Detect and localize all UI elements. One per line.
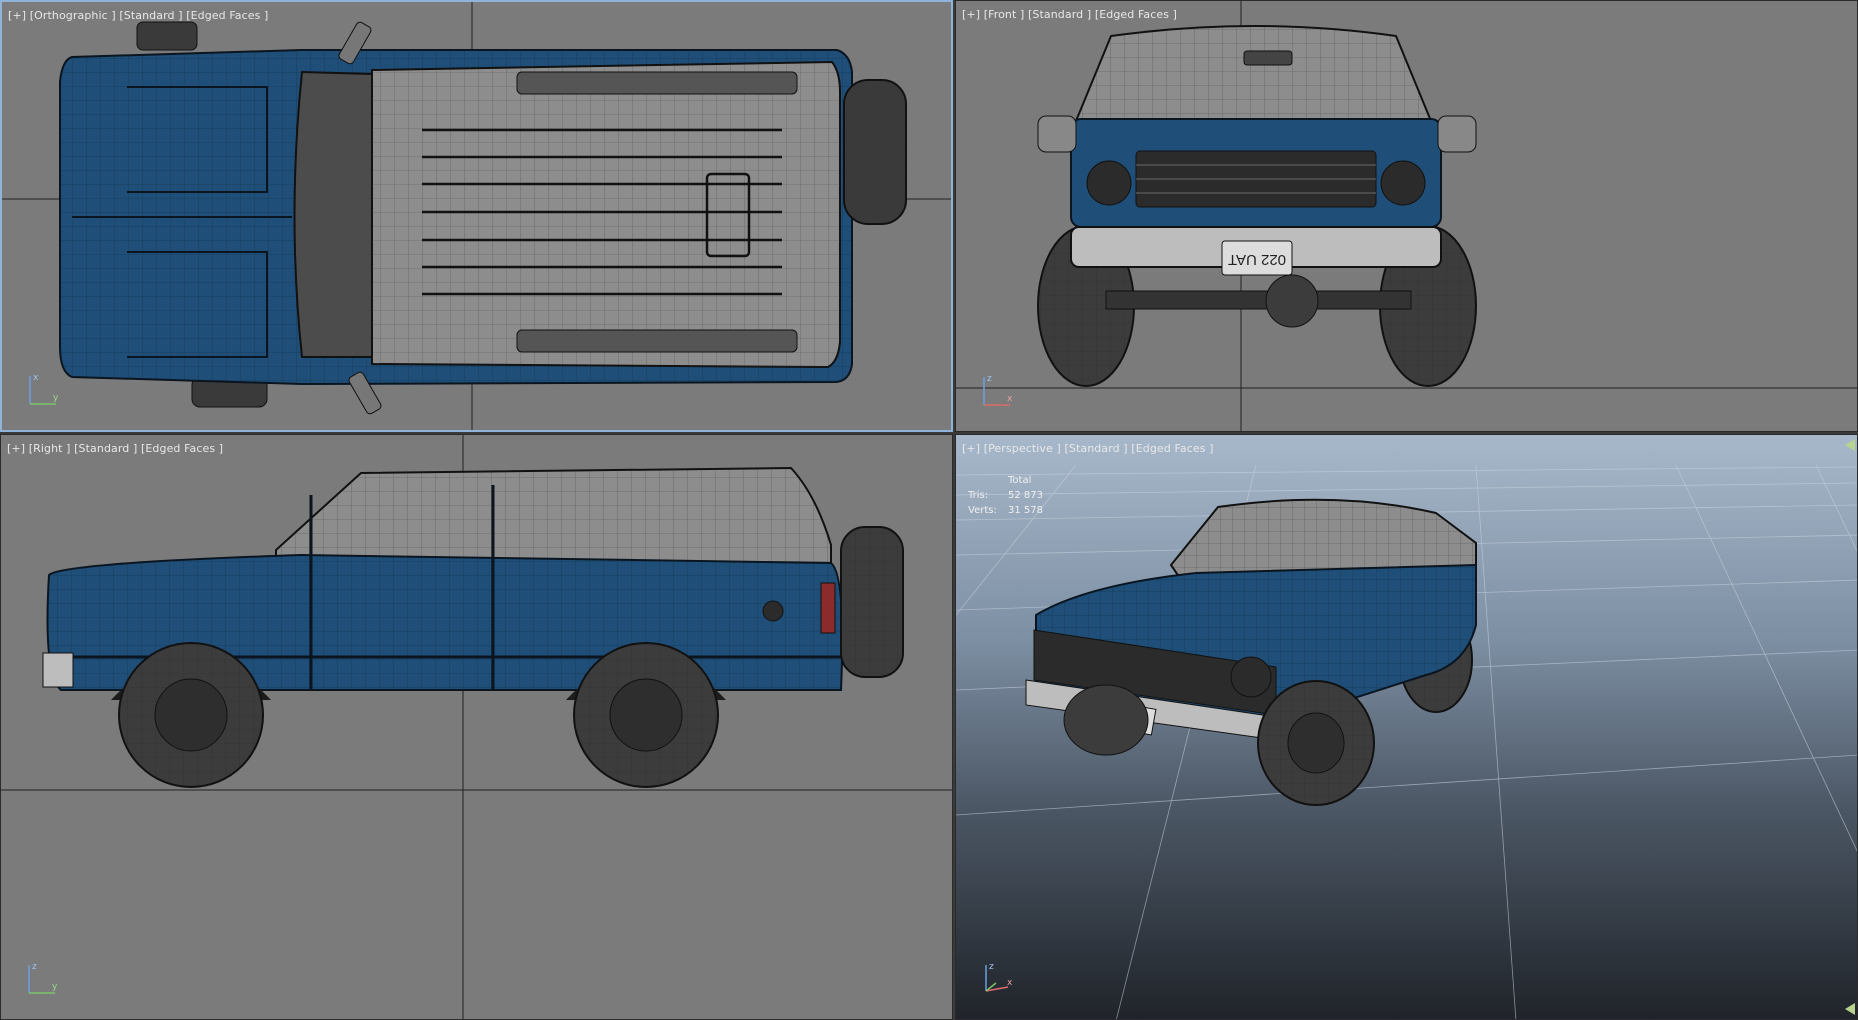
- svg-text:z: z: [989, 962, 994, 972]
- axis-gizmo-icon: z x: [985, 962, 1013, 992]
- viewport-label-perspective[interactable]: [+] [Perspective ] [Standard ] [Edged Fa…: [962, 442, 1214, 455]
- viewport-label-right[interactable]: [+] [Right ] [Standard ] [Edged Faces ]: [7, 442, 223, 455]
- svg-text:x: x: [1007, 978, 1013, 988]
- viewport-perspective[interactable]: [+] [Perspective ] [Standard ] [Edged Fa…: [955, 434, 1858, 1020]
- svg-text:x: x: [33, 373, 39, 383]
- svg-text:z: z: [987, 374, 992, 384]
- top-view-model: [2, 2, 951, 430]
- expand-arrow-icon[interactable]: [1845, 1003, 1855, 1015]
- verts-count: 31 578: [1008, 505, 1043, 516]
- scene-stats: Total Tris: 52 873 Verts: 31 578: [968, 473, 1043, 518]
- tris-label: Tris:: [968, 490, 989, 501]
- svg-text:x: x: [1007, 394, 1013, 404]
- expand-arrow-icon[interactable]: [1845, 439, 1855, 451]
- svg-text:z: z: [32, 962, 37, 972]
- license-plate: 022 UAT: [1228, 251, 1286, 268]
- perspective-view-model: [956, 464, 1857, 1019]
- svg-text:y: y: [52, 982, 58, 992]
- stats-header: Total: [1008, 475, 1032, 486]
- tris-count: 52 873: [1008, 490, 1043, 501]
- axis-gizmo-icon: x y: [29, 373, 59, 405]
- viewport-top[interactable]: [+] [Orthographic ] [Standard ] [Edged F…: [0, 0, 953, 432]
- axis-gizmo-icon: z y: [28, 962, 58, 994]
- svg-text:y: y: [53, 393, 59, 403]
- viewport-label-front[interactable]: [+] [Front ] [Standard ] [Edged Faces ]: [962, 8, 1177, 21]
- front-view-model: 022 UAT: [956, 1, 1857, 431]
- axis-gizmo-icon: z x: [983, 374, 1013, 406]
- viewport-label-top[interactable]: [+] [Orthographic ] [Standard ] [Edged F…: [8, 9, 268, 22]
- viewport-right[interactable]: [+] [Right ] [Standard ] [Edged Faces ]: [0, 434, 953, 1020]
- right-view-model: [1, 435, 952, 1019]
- verts-label: Verts:: [968, 505, 997, 516]
- viewport-front[interactable]: [+] [Front ] [Standard ] [Edged Faces ]: [955, 0, 1858, 432]
